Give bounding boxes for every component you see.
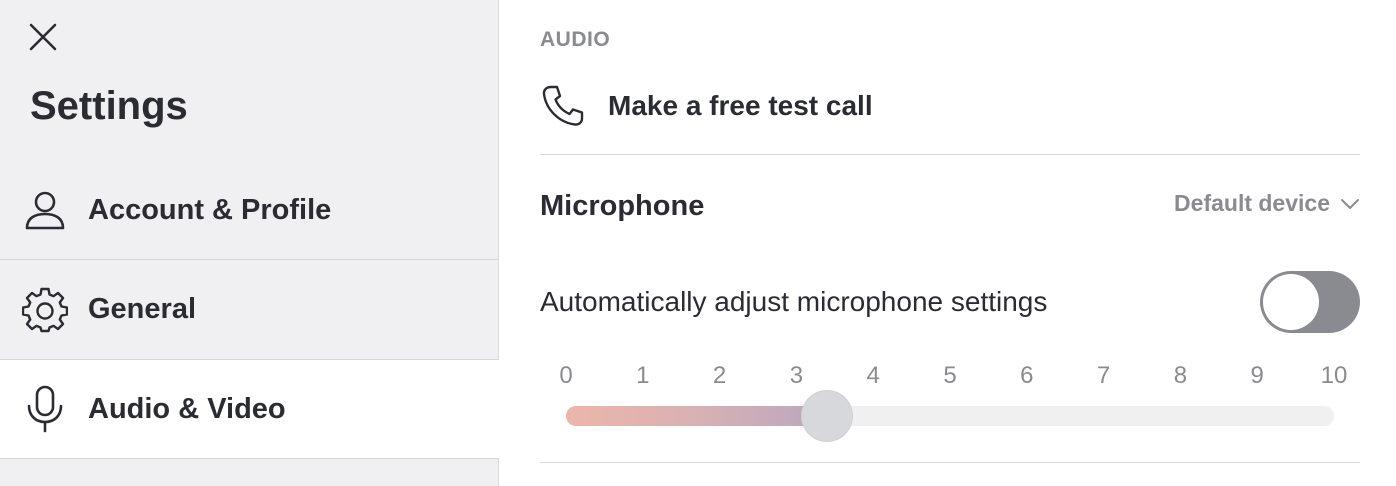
person-icon [22, 187, 68, 233]
sidebar-item-audio-video[interactable]: Audio & Video [0, 359, 499, 459]
audio-video-panel: AUDIO Make a free test call Microphone D… [540, 0, 1360, 486]
level-tick-0: 0 [559, 362, 573, 389]
level-tick-7: 7 [1096, 362, 1111, 389]
level-tick-6: 6 [1020, 362, 1034, 389]
sidebar-item-label: Audio & Video [88, 392, 286, 425]
level-tick-3: 3 [789, 362, 804, 389]
chevron-down-icon [1340, 197, 1360, 211]
auto-adjust-toggle[interactable] [1260, 271, 1360, 333]
level-tick-8: 8 [1173, 362, 1188, 389]
microphone-device-select[interactable]: Default device [1174, 190, 1360, 217]
level-tick-10: 10 [1320, 362, 1348, 389]
level-tick-9: 9 [1250, 362, 1264, 389]
microphone-title: Microphone [540, 190, 705, 222]
settings-title: Settings [30, 84, 188, 128]
level-tick-4: 4 [866, 362, 880, 389]
close-icon [29, 23, 57, 51]
level-tick-1: 1 [636, 362, 650, 389]
section-heading-audio: AUDIO [540, 28, 611, 51]
microphone-icon [22, 385, 68, 433]
sidebar-item-label: General [88, 293, 196, 325]
sidebar-item-account-profile[interactable]: Account & Profile [0, 160, 499, 260]
test-call-label: Make a free test call [608, 90, 873, 121]
settings-window: Settings Account & Profile General Audio… [0, 0, 1396, 486]
level-tick-5: 5 [943, 362, 957, 389]
test-call-button[interactable]: Make a free test call [540, 78, 873, 134]
sidebar-item-general[interactable]: General [0, 259, 499, 359]
gear-icon [22, 287, 68, 333]
microphone-level-slider[interactable] [566, 406, 1334, 426]
divider [540, 462, 1360, 463]
level-tick-2: 2 [712, 362, 727, 389]
auto-adjust-label: Automatically adjust microphone settings [540, 286, 1048, 317]
phone-icon [540, 83, 586, 129]
slider-fill [566, 406, 832, 426]
sidebar-item-label: Account & Profile [88, 193, 332, 226]
toggle-knob [1263, 274, 1319, 330]
close-button[interactable] [24, 18, 62, 56]
level-ticks: 0 1 2 3 4 5 6 7 8 9 10 [559, 362, 1347, 392]
divider [540, 154, 1360, 155]
device-select-value: Default device [1174, 190, 1330, 216]
slider-thumb[interactable] [801, 390, 854, 442]
settings-sidebar: Settings Account & Profile General Audio… [0, 0, 499, 486]
